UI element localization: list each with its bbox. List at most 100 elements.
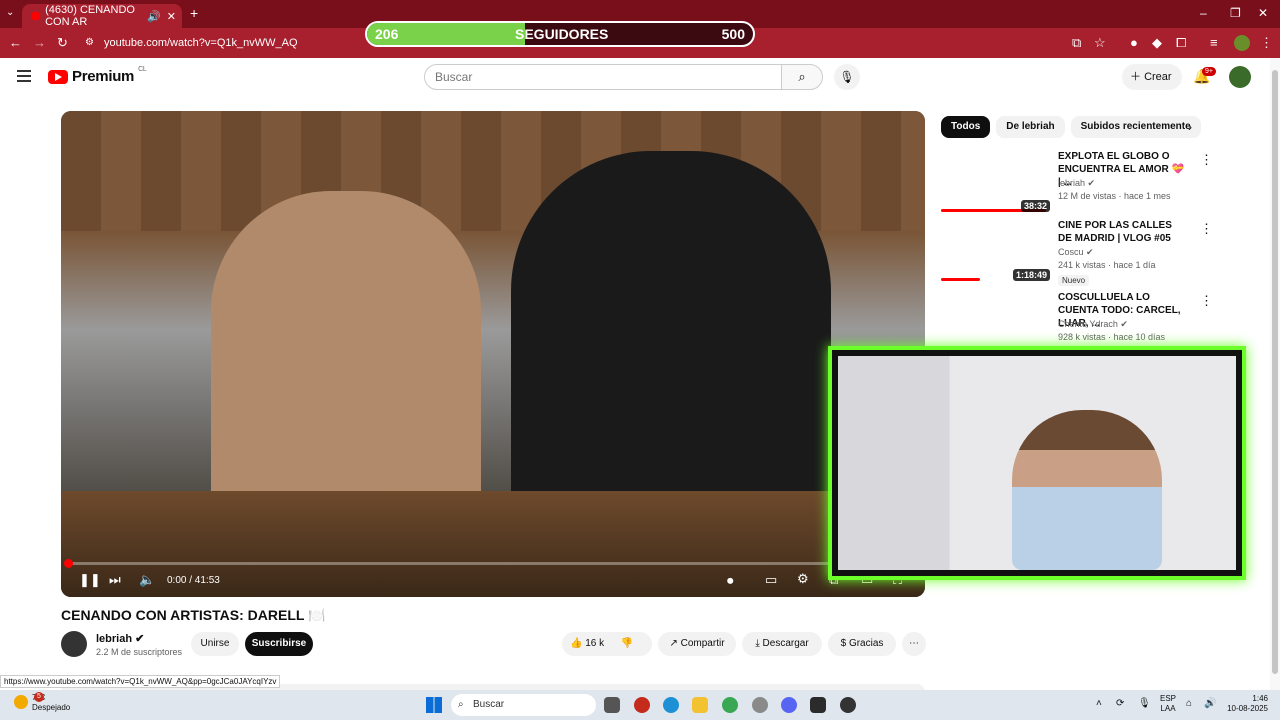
bookmark-star-icon[interactable]: ☆ [1094, 36, 1106, 50]
file-explorer-icon[interactable] [692, 697, 708, 713]
minimize-icon[interactable]: – [1200, 6, 1207, 20]
extension-icon[interactable]: ● [1130, 36, 1138, 50]
share-label: Compartir [680, 638, 725, 649]
chip-all[interactable]: Todos [941, 116, 991, 138]
back-icon[interactable]: ← [9, 36, 22, 50]
app-red-icon[interactable] [634, 697, 650, 713]
channel-text: Chente Ydrach [1058, 319, 1118, 329]
sun-icon [14, 695, 28, 709]
tray-app-icon[interactable]: ⟳ [1116, 698, 1124, 709]
chrome-icon[interactable] [722, 697, 738, 713]
download-label: Descargar [762, 638, 809, 649]
pause-icon[interactable]: ❚❚ [79, 572, 101, 588]
scrollbar-thumb[interactable] [1272, 70, 1278, 674]
clock-date: 10-08-2025 [1227, 704, 1268, 713]
chevron-right-icon[interactable]: › [1188, 120, 1192, 134]
audio-icon[interactable]: 🔊 [147, 10, 161, 23]
reload-icon[interactable]: ↻ [57, 36, 68, 50]
tray-chevron-icon[interactable]: ˄ [1096, 698, 1102, 709]
more-actions-icon[interactable]: ⋮ [1200, 221, 1213, 237]
channel-name-text: lebriah [96, 633, 133, 645]
page-scrollbar[interactable] [1270, 58, 1280, 690]
create-button[interactable]: ＋ Crear [1122, 64, 1182, 90]
follower-goal-overlay: 206 SEGUIDORES 500 [365, 21, 755, 47]
search-button[interactable]: ⌕ [781, 64, 823, 90]
volume-icon[interactable]: 🔈 [139, 572, 155, 588]
new-tab-icon[interactable]: + [190, 5, 198, 21]
edge-icon[interactable] [663, 697, 679, 713]
scrubber-handle[interactable] [64, 559, 73, 568]
youtube-play-icon [48, 69, 68, 84]
download-button[interactable]: ⤓ Descargar [742, 632, 822, 656]
settings-icon[interactable] [752, 697, 768, 713]
thumbs-up-icon[interactable]: 👍 [570, 638, 582, 649]
more-actions-icon[interactable]: ⋮ [1200, 293, 1213, 309]
search-input[interactable]: Buscar [424, 64, 782, 90]
subtitles-icon[interactable]: ▭ [765, 572, 777, 588]
media-control-icon[interactable]: ≡ [1210, 36, 1218, 50]
thanks-button[interactable]: $ Gracias [828, 632, 896, 656]
video-thumbnail[interactable] [941, 291, 1051, 353]
new-badge: Nuevo [1058, 275, 1090, 286]
chip-recent[interactable]: Subidos recientemente [1070, 116, 1201, 138]
speaker-icon[interactable]: 🔊 [1204, 698, 1216, 709]
extensions-puzzle-icon[interactable]: ⧠ [1176, 36, 1186, 50]
forward-icon[interactable]: → [33, 36, 46, 50]
related-video-meta: 12 M de vistas · hace 1 mes [1058, 191, 1171, 201]
youtube-favicon-icon [32, 12, 40, 20]
related-video-2[interactable]: 1:18:49 CINE POR LAS CALLES DE MADRID | … [941, 219, 1241, 287]
related-video-channel: Chente Ydrach ✔ [1058, 319, 1128, 330]
taskbar-clock[interactable]: 1:46 10-08-2025 [1226, 694, 1268, 714]
weather-widget[interactable]: 5 7°C Despejado [14, 692, 70, 713]
link-status-bar: https://www.youtube.com/watch?v=Q1k_nvWW… [0, 675, 281, 688]
video-player[interactable]: ❚❚ ⏭ 🔈 0:00 / 41:53 ⏺ ▭ ⚙ ⧉ ▭ ⛶ [61, 111, 925, 597]
windows-start-icon[interactable] [426, 697, 442, 713]
channel-name[interactable]: lebriah ✔ [96, 632, 144, 645]
chrome-menu-icon[interactable]: ⋮ [1260, 36, 1273, 50]
chip-from-channel[interactable]: De lebriah [996, 116, 1065, 138]
profile-avatar[interactable] [1234, 35, 1250, 51]
taskbar-search[interactable]: ⌕ Buscar [451, 694, 596, 716]
next-video-icon[interactable]: ⏭ [109, 572, 121, 588]
discord-icon[interactable] [781, 697, 797, 713]
thumbs-down-icon[interactable]: 👎 [621, 638, 633, 649]
voice-search-button[interactable]: 🎙 [834, 64, 860, 90]
share-button[interactable]: ↗ Compartir [658, 632, 736, 656]
language-indicator[interactable]: ESP LAA [1160, 694, 1176, 714]
tab-list-icon[interactable]: ⌄ [6, 7, 14, 18]
close-tab-icon[interactable]: ✕ [167, 10, 176, 23]
autoplay-toggle[interactable]: ⏺ [727, 573, 734, 589]
verified-icon: ✔ [1120, 319, 1128, 329]
install-icon[interactable]: ⧉ [1072, 36, 1081, 50]
microphone-tray-icon[interactable]: 🎙 [1138, 698, 1151, 709]
app-circle-icon[interactable] [840, 697, 856, 713]
account-avatar[interactable] [1229, 66, 1251, 88]
related-video-channel: Coscu ✔ [1058, 247, 1094, 258]
windows-taskbar: 5 7°C Despejado ⌕Buscar ˄ ⟳ 🎙 ESP LAA ⌂ … [0, 690, 1280, 720]
notification-badge: 9+ [1202, 67, 1216, 76]
hamburger-menu-icon[interactable] [17, 70, 31, 82]
browser-tab[interactable]: (4630) CENANDO CON AR 🔊 ✕ [22, 4, 182, 28]
join-button[interactable]: Unirse [191, 632, 239, 656]
thanks-label: Gracias [848, 638, 884, 649]
network-icon[interactable]: ⌂ [1186, 698, 1192, 709]
more-options-button[interactable]: ⋯ [902, 632, 926, 656]
subscribe-button[interactable]: Suscribirse [245, 632, 313, 656]
settings-gear-icon[interactable]: ⚙ [797, 571, 809, 587]
search-icon: ⌕ [798, 69, 806, 84]
app-dark-icon[interactable] [810, 697, 826, 713]
extension-2-icon[interactable]: ◆ [1152, 36, 1162, 50]
like-count[interactable]: 16 k [585, 638, 604, 649]
task-view-icon[interactable] [604, 697, 620, 713]
follower-goal: 500 [721, 26, 745, 42]
url-field[interactable]: youtube.com/watch?v=Q1k_nvWW_AQ [104, 37, 298, 49]
related-video-1[interactable]: 38:32 EXPLOTA EL GLOBO O ENCUENTRA EL AM… [941, 150, 1241, 218]
more-actions-icon[interactable]: ⋮ [1200, 152, 1213, 168]
close-window-icon[interactable]: ✕ [1258, 6, 1268, 20]
video-progress-bar[interactable] [64, 559, 919, 568]
restore-icon[interactable]: ❐ [1230, 6, 1241, 20]
youtube-premium-logo[interactable]: Premium CL [48, 66, 147, 85]
channel-avatar[interactable] [61, 631, 87, 657]
share-icon: ↗ [669, 638, 678, 649]
site-info-icon[interactable]: ⚙ [85, 36, 94, 50]
